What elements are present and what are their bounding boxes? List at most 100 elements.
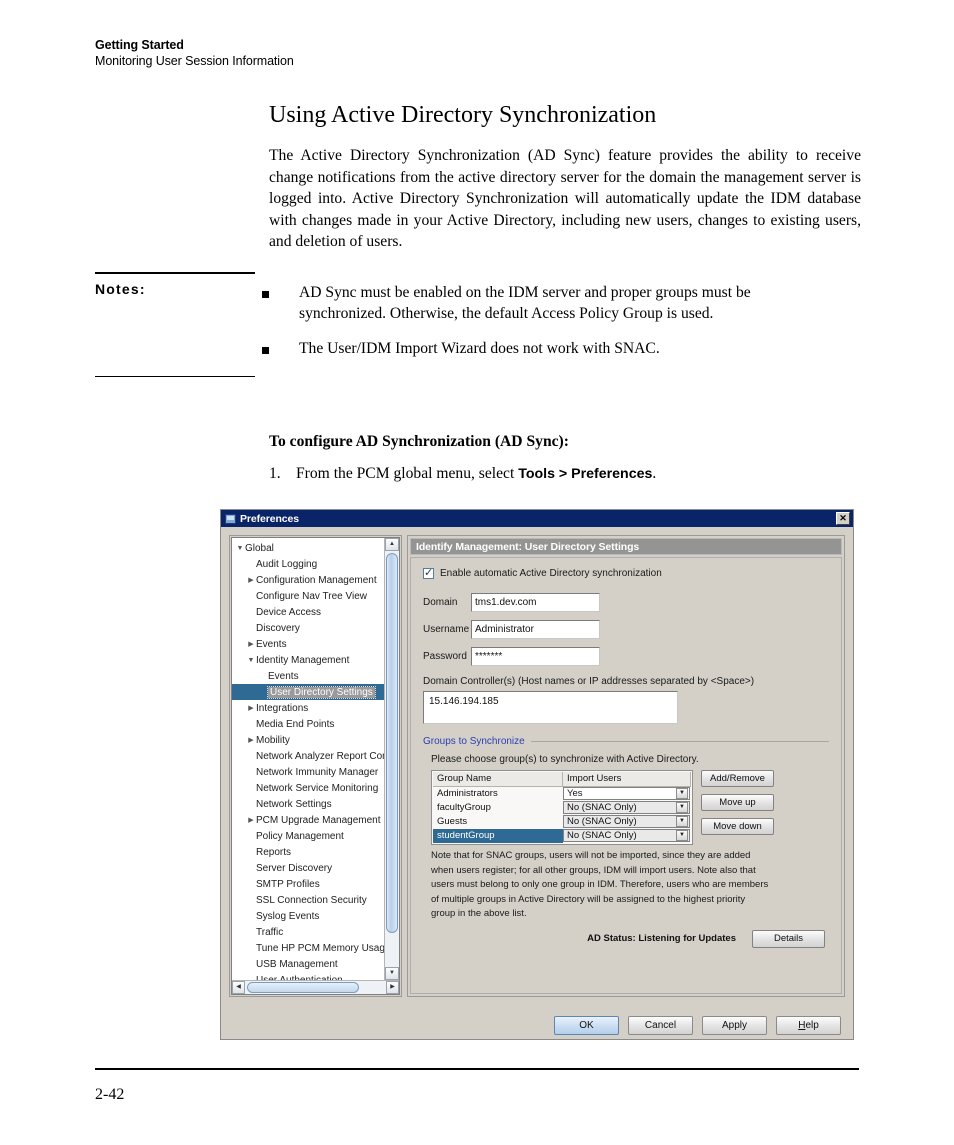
sidebar-item-device-access[interactable]: Device Access <box>232 604 384 620</box>
table-row[interactable]: studentGroup No (SNAC Only) ▼ <box>433 829 691 843</box>
sidebar-item-usb-management[interactable]: USB Management <box>232 956 384 972</box>
step-text-before: From the PCM global menu, select <box>296 465 519 482</box>
list-item: AD Sync must be enabled on the IDM serve… <box>262 282 862 324</box>
sidebar-item-label: USB Management <box>256 958 338 970</box>
sidebar-item-discovery[interactable]: Discovery <box>232 620 384 636</box>
chevron-right-icon[interactable]: ▶ <box>246 736 256 744</box>
scroll-right-icon[interactable]: ▶ <box>386 981 399 994</box>
sidebar-item-smtp-profiles[interactable]: SMTP Profiles <box>232 876 384 892</box>
chevron-down-icon[interactable]: ▼ <box>676 830 688 841</box>
chevron-down-icon[interactable]: ▼ <box>676 788 688 799</box>
scroll-up-icon[interactable]: ▲ <box>385 538 399 551</box>
enable-ad-sync-label: Enable automatic Active Directory synchr… <box>440 568 662 579</box>
running-head-subtitle: Monitoring User Session Information <box>95 54 294 68</box>
domain-controllers-label: Domain Controller(s) (Host names or IP a… <box>423 676 755 687</box>
move-up-button[interactable]: Move up <box>701 794 774 811</box>
import-users-dropdown[interactable]: No (SNAC Only) ▼ <box>563 829 690 842</box>
sidebar-item-configuration-management[interactable]: ▶ Configuration Management <box>232 572 384 588</box>
sidebar-item-ssl-connection-security[interactable]: SSL Connection Security <box>232 892 384 908</box>
sidebar-item-reports[interactable]: Reports <box>232 844 384 860</box>
sidebar-item-pcm-upgrade-management[interactable]: ▶ PCM Upgrade Management <box>232 812 384 828</box>
groups-side-buttons: Add/Remove Move up Move down <box>701 770 774 845</box>
enable-ad-sync-row[interactable]: Enable automatic Active Directory synchr… <box>423 566 829 579</box>
panel-header: Identify Management: User Directory Sett… <box>410 538 842 555</box>
chevron-right-icon[interactable]: ▶ <box>246 640 256 648</box>
scroll-down-icon[interactable]: ▼ <box>385 967 399 980</box>
help-button[interactable]: Help <box>776 1016 841 1035</box>
sidebar-item-label: Network Immunity Manager <box>256 766 379 778</box>
sidebar-item-tune-hp-pcm-memory-usage[interactable]: Tune HP PCM Memory Usage <box>232 940 384 956</box>
table-row[interactable]: Administrators Yes ▼ <box>433 787 691 801</box>
password-input[interactable]: ******* <box>471 647 600 666</box>
notes-list: AD Sync must be enabled on the IDM serve… <box>262 282 862 373</box>
username-input[interactable]: Administrator <box>471 620 600 639</box>
add-remove-button[interactable]: Add/Remove <box>701 770 774 787</box>
sidebar-item-media-end-points[interactable]: Media End Points <box>232 716 384 732</box>
groups-table[interactable]: Group Name Import Users Administrators Ye… <box>431 770 693 845</box>
import-users-value: No (SNAC Only) <box>567 830 637 841</box>
sidebar-item-events[interactable]: Events <box>232 668 384 684</box>
group-name-cell: facultyGroup <box>437 802 491 813</box>
step-text: From the PCM global menu, select Tools >… <box>296 465 656 483</box>
notes-label: Notes: <box>95 281 146 297</box>
sidebar-item-label: Tune HP PCM Memory Usage <box>256 942 384 954</box>
sidebar-item-network-settings[interactable]: Network Settings <box>232 796 384 812</box>
sidebar-item-server-discovery[interactable]: Server Discovery <box>232 860 384 876</box>
move-down-button[interactable]: Move down <box>701 818 774 835</box>
sidebar-item-identity-management[interactable]: ▼ Identity Management <box>232 652 384 668</box>
import-users-dropdown[interactable]: No (SNAC Only) ▼ <box>563 815 690 828</box>
chevron-down-icon[interactable]: ▼ <box>235 545 245 552</box>
chevron-right-icon[interactable]: ▶ <box>246 576 256 584</box>
nav-tree-horizontal-scrollbar[interactable]: ◀ ▶ <box>232 980 399 994</box>
ok-button[interactable]: OK <box>554 1016 619 1035</box>
nav-tree-list[interactable]: ▼ Global Audit Logging ▶ Configuration Manag… <box>232 538 384 980</box>
chevron-down-icon[interactable]: ▼ <box>676 816 688 827</box>
scroll-left-icon[interactable]: ◀ <box>232 981 245 994</box>
vertical-scroll-thumb[interactable] <box>386 553 398 933</box>
import-users-dropdown[interactable]: No (SNAC Only) ▼ <box>563 801 690 814</box>
sidebar-item-global[interactable]: ▼ Global <box>232 540 384 556</box>
details-button[interactable]: Details <box>752 929 825 948</box>
sidebar-item-traffic[interactable]: Traffic <box>232 924 384 940</box>
chevron-right-icon[interactable]: ▶ <box>246 816 256 824</box>
sidebar-item-label: Identity Management <box>256 654 350 666</box>
sidebar-item-configure-nav-tree-view[interactable]: Configure Nav Tree View <box>232 588 384 604</box>
domain-input[interactable]: tms1.dev.com <box>471 593 600 612</box>
sidebar-item-network-service-monitoring[interactable]: Network Service Monitoring <box>232 780 384 796</box>
table-row[interactable]: Guests No (SNAC Only) ▼ <box>433 815 691 829</box>
sidebar-item-events[interactable]: ▶ Events <box>232 636 384 652</box>
sidebar-item-label: Integrations <box>256 702 309 714</box>
sidebar-item-integrations[interactable]: ▶ Integrations <box>232 700 384 716</box>
column-header-import-users: Import Users <box>562 772 691 787</box>
import-users-cell: No (SNAC Only) ▼ <box>563 815 691 829</box>
dialog-footer: OK Cancel Apply Help <box>221 1016 853 1035</box>
groups-legend-label: Groups to Synchronize <box>423 736 525 747</box>
table-row[interactable]: facultyGroup No (SNAC Only) ▼ <box>433 801 691 815</box>
nav-tree-vertical-scrollbar[interactable]: ▲ ▼ <box>384 538 399 980</box>
chevron-down-icon[interactable]: ▼ <box>246 657 256 664</box>
sidebar-item-syslog-events[interactable]: Syslog Events <box>232 908 384 924</box>
checkbox-checked-icon[interactable] <box>423 566 434 579</box>
sidebar-item-network-immunity-manager[interactable]: Network Immunity Manager <box>232 764 384 780</box>
apply-button[interactable]: Apply <box>702 1016 767 1035</box>
import-users-dropdown[interactable]: Yes ▼ <box>563 787 690 800</box>
cancel-button[interactable]: Cancel <box>628 1016 693 1035</box>
sidebar-item-policy-management[interactable]: Policy Management <box>232 828 384 844</box>
close-icon[interactable]: ✕ <box>836 512 850 525</box>
sidebar-item-network-analyzer-report-config[interactable]: Network Analyzer Report Config <box>232 748 384 764</box>
sidebar-item-mobility[interactable]: ▶ Mobility <box>232 732 384 748</box>
sidebar-item-audit-logging[interactable]: Audit Logging <box>232 556 384 572</box>
sidebar-item-label: Network Settings <box>256 798 332 810</box>
horizontal-scroll-thumb[interactable] <box>247 982 359 993</box>
chevron-right-icon[interactable]: ▶ <box>246 704 256 712</box>
import-users-value: Yes <box>567 788 583 799</box>
chevron-down-icon[interactable]: ▼ <box>676 802 688 813</box>
note-text: AD Sync must be enabled on the IDM serve… <box>299 284 751 322</box>
sidebar-item-label: Policy Management <box>256 830 344 842</box>
domain-controllers-input[interactable]: 15.146.194.185 <box>423 691 678 724</box>
groups-table-header: Group Name Import Users <box>433 772 691 787</box>
sidebar-item-user-authentication[interactable]: User Authentication <box>232 972 384 981</box>
username-label: Username <box>423 624 470 635</box>
sidebar-item-label: Configure Nav Tree View <box>256 590 367 602</box>
sidebar-item-user-directory-settings[interactable]: User Directory Settings <box>232 684 384 700</box>
